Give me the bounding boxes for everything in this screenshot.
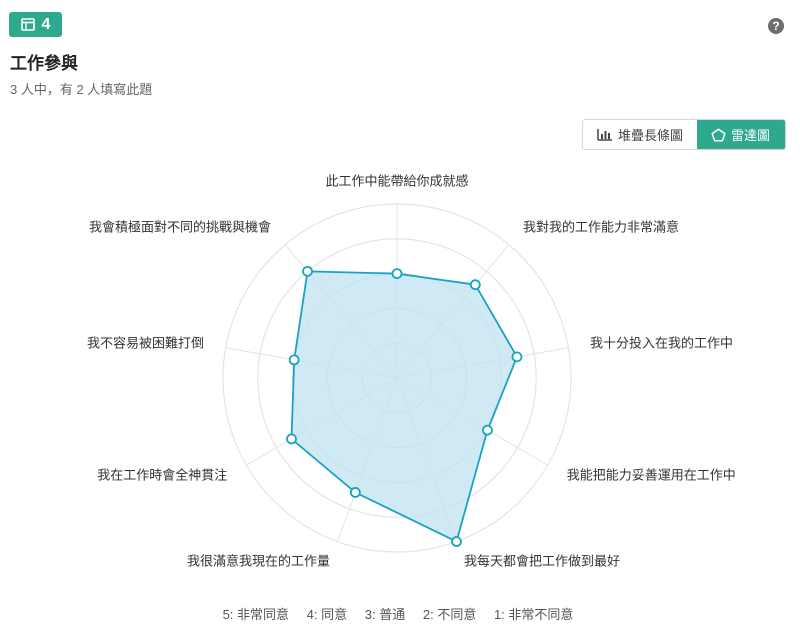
data-area [290, 270, 518, 543]
data-point [391, 268, 403, 280]
radar-chart: 此工作中能帶給你成就感我對我的工作能力非常滿意我十分投入在我的工作中我能把能力妥… [87, 173, 736, 569]
data-point [469, 279, 481, 291]
axis-label: 我在工作時會全神貫注 [97, 467, 227, 482]
data-point [302, 265, 313, 277]
legend-item: 5: 非常同意 [222, 607, 290, 622]
legend-item: 4: 同意 [306, 607, 348, 622]
axis-label: 我很滿意我現在的工作量 [187, 554, 330, 569]
axis-label: 我能把能力妥善運用在工作中 [567, 467, 736, 482]
legend-item: 3: 普通 [364, 607, 406, 622]
legend-item: 1: 非常不同意 [493, 607, 574, 622]
data-point [288, 354, 300, 366]
data-point [511, 351, 523, 363]
axis-label: 此工作中能帶給你成就感 [325, 173, 468, 188]
scale-legend: 5: 非常同意 4: 同意 3: 普通 2: 不同意 1: 非常不同意 [0, 604, 796, 623]
data-point [482, 424, 493, 436]
axis-label: 我會積極面對不同的挑戰與機會 [89, 219, 271, 234]
data-point [349, 487, 361, 498]
data-point [286, 433, 297, 445]
axis-label: 我每天都會把工作做到最好 [464, 554, 620, 569]
legend-item: 2: 不同意 [422, 607, 477, 622]
axis-label: 我十分投入在我的工作中 [590, 335, 733, 350]
data-point [451, 536, 462, 547]
axis-label: 我不容易被困難打倒 [87, 335, 204, 350]
axis-label: 我對我的工作能力非常滿意 [523, 219, 679, 234]
